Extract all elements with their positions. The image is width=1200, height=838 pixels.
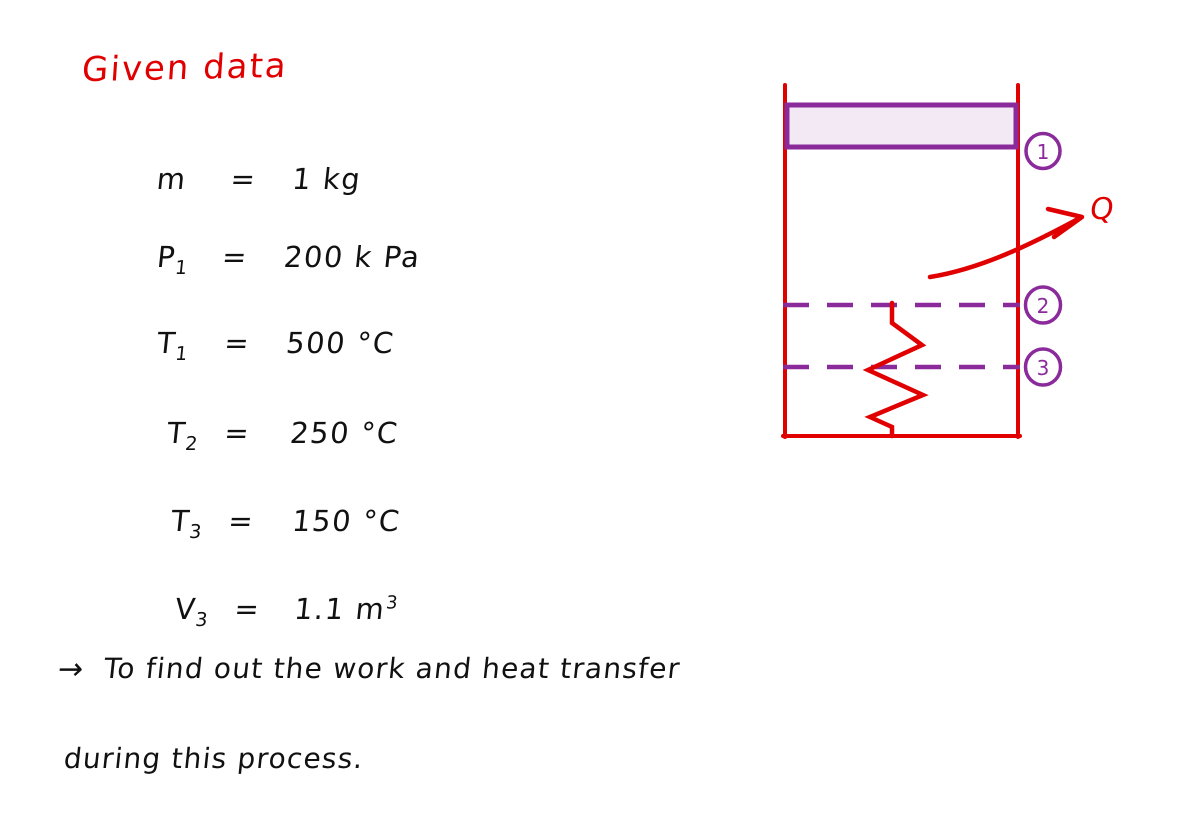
heat-transfer-label: Q xyxy=(1087,192,1117,227)
state-marker-1-label: 1 xyxy=(1037,140,1050,164)
subscript-t1: 1 xyxy=(174,342,189,365)
piston-cylinder-diagram: 1 2 3 Q xyxy=(740,55,1160,475)
linear-spring xyxy=(862,300,929,439)
piston-cylinder-svg: 1 2 3 xyxy=(781,83,1085,439)
equals-sign-temperature-2: = xyxy=(222,416,253,450)
value-temperature-1: 500 °C xyxy=(284,326,397,360)
equals-sign-volume-3: = xyxy=(232,592,263,626)
equals-sign-mass: = xyxy=(228,162,259,196)
subscript-v3: 3 xyxy=(194,608,209,631)
exponent-volume-3: 3 xyxy=(385,592,399,614)
value-pressure-1: 200 k Pa xyxy=(282,240,423,274)
equals-sign-temperature-3: = xyxy=(226,504,257,538)
heat-transfer-arrow-shaft xyxy=(927,216,1081,280)
value-mass: 1 kg xyxy=(290,162,364,196)
subscript-t3: 3 xyxy=(188,520,203,543)
value-volume-3: 1.1 m xyxy=(292,592,388,626)
objective-line-1: To find out the work and heat transfer xyxy=(102,652,683,685)
page-title: Given data xyxy=(80,45,290,91)
data-row-volume-3: V3 = 1.1 m3 xyxy=(126,558,402,665)
symbol-m: m xyxy=(155,162,189,196)
objective-bullet-arrow-icon: → xyxy=(56,652,87,687)
state-marker-2-label: 2 xyxy=(1037,294,1050,318)
objective-line-2: during this process. xyxy=(62,742,366,775)
piston-block xyxy=(784,102,1019,150)
value-temperature-3: 150 °C xyxy=(290,504,403,538)
equals-sign-temperature-1: = xyxy=(222,326,253,360)
subscript-p1: 1 xyxy=(173,256,189,279)
value-temperature-2: 250 °C xyxy=(288,416,401,450)
equals-sign-pressure: = xyxy=(220,240,250,274)
subscript-t2: 2 xyxy=(184,432,199,455)
state-marker-3-label: 3 xyxy=(1037,356,1050,380)
handwritten-note-page: Given data m = 1 kg P1 = 200 k Pa T1 = 500 °C … xyxy=(0,0,1200,838)
